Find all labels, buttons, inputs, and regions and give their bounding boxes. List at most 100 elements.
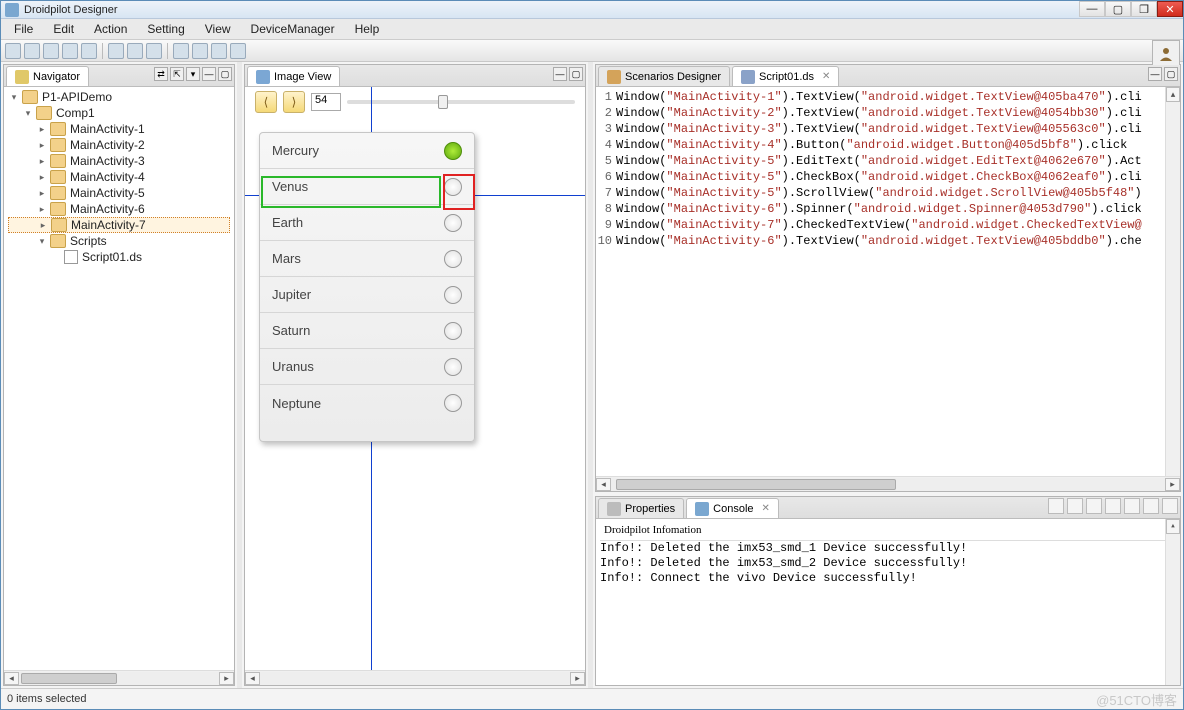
tree-script-file[interactable]: Script01.ds <box>8 249 230 265</box>
new-icon[interactable] <box>5 43 21 59</box>
code-line[interactable]: 7Window("MainActivity-5").ScrollView("an… <box>596 185 1180 201</box>
code-line[interactable]: 4Window("MainActivity-4").Button("androi… <box>596 137 1180 153</box>
scroll-up-icon[interactable]: ▴ <box>1166 519 1180 534</box>
scroll-right-icon[interactable]: ▸ <box>219 672 234 685</box>
code-editor[interactable]: 1Window("MainActivity-1").TextView("andr… <box>596 87 1180 251</box>
code-line[interactable]: 5Window("MainActivity-5").EditText("andr… <box>596 153 1180 169</box>
link-icon[interactable]: ⇄ <box>154 67 168 81</box>
restore-button[interactable]: ▢ <box>1105 1 1131 17</box>
planet-row[interactable]: Mars <box>260 241 474 277</box>
planet-row[interactable]: Mercury <box>260 133 474 169</box>
export-icon[interactable] <box>62 43 78 59</box>
tab-image-view[interactable]: Image View <box>247 66 340 86</box>
tab-script01[interactable]: Script01.ds ✕ <box>732 66 839 86</box>
frame-number-input[interactable]: 54 <box>311 93 341 111</box>
scroll-right-icon[interactable]: ▸ <box>1165 478 1180 491</box>
planet-row[interactable]: Jupiter <box>260 277 474 313</box>
console-vscroll[interactable]: ▴ <box>1165 519 1180 685</box>
sash-left[interactable] <box>237 62 242 688</box>
scroll-left-icon[interactable]: ◂ <box>4 672 19 685</box>
tab-scenarios-designer[interactable]: Scenarios Designer <box>598 66 730 86</box>
import-icon[interactable] <box>43 43 59 59</box>
menu-file[interactable]: File <box>6 20 41 38</box>
lock-scroll-icon[interactable] <box>1067 498 1083 514</box>
tree-activity[interactable]: ▸MainActivity-5 <box>8 185 230 201</box>
menu-dropdown-icon[interactable]: ▾ <box>186 67 200 81</box>
menu-view[interactable]: View <box>197 20 239 38</box>
radio-icon[interactable] <box>444 286 462 304</box>
perspective-button[interactable] <box>1152 40 1180 68</box>
tree-activity[interactable]: ▸MainActivity-4 <box>8 169 230 185</box>
tab-navigator[interactable]: Navigator <box>6 66 89 86</box>
radio-icon[interactable] <box>444 394 462 412</box>
minimize-pane-icon[interactable]: — <box>553 67 567 81</box>
record-icon[interactable] <box>211 43 227 59</box>
tab-console[interactable]: Console ✕ <box>686 498 779 518</box>
close-button[interactable]: ✕ <box>1157 1 1183 17</box>
radio-icon[interactable] <box>444 142 462 160</box>
clear-console-icon[interactable] <box>1048 498 1064 514</box>
navigator-hscroll[interactable]: ◂ ▸ <box>4 670 234 685</box>
pin-console-icon[interactable] <box>1086 498 1102 514</box>
inspect-icon[interactable] <box>230 43 246 59</box>
open-icon[interactable] <box>24 43 40 59</box>
editor-vscroll[interactable]: ▴ <box>1165 87 1180 476</box>
radio-icon[interactable] <box>444 322 462 340</box>
tab-properties[interactable]: Properties <box>598 498 684 518</box>
code-line[interactable]: 9Window("MainActivity-7").CheckedTextVie… <box>596 217 1180 233</box>
radio-icon[interactable] <box>444 358 462 376</box>
scroll-left-icon[interactable]: ◂ <box>596 478 611 491</box>
copy-icon[interactable] <box>108 43 124 59</box>
open-console-menu-icon[interactable] <box>1124 498 1140 514</box>
code-line[interactable]: 10Window("MainActivity-6").TextView("and… <box>596 233 1180 249</box>
minimize-button[interactable]: — <box>1079 1 1105 17</box>
menu-help[interactable]: Help <box>347 20 388 38</box>
code-line[interactable]: 2Window("MainActivity-2").TextView("andr… <box>596 105 1180 121</box>
paste-icon[interactable] <box>127 43 143 59</box>
stop-icon[interactable] <box>192 43 208 59</box>
tree-comp[interactable]: ▾Comp1 <box>8 105 230 121</box>
close-tab-icon[interactable]: ✕ <box>822 71 830 82</box>
tree-activity[interactable]: ▸MainActivity-6 <box>8 201 230 217</box>
maximize-pane-icon[interactable]: ▢ <box>1164 67 1178 81</box>
tree-root[interactable]: ▾P1-APIDemo <box>8 89 230 105</box>
maximize-pane-icon[interactable]: ▢ <box>569 67 583 81</box>
console-output[interactable]: Droidpilot Infomation Info!: Deleted the… <box>596 519 1180 685</box>
menu-edit[interactable]: Edit <box>45 20 82 38</box>
delete-icon[interactable] <box>146 43 162 59</box>
menu-setting[interactable]: Setting <box>139 20 192 38</box>
maximize-button[interactable]: ❐ <box>1131 1 1157 17</box>
tree-activity[interactable]: ▸MainActivity-7 <box>8 217 230 233</box>
scroll-up-icon[interactable]: ▴ <box>1166 87 1180 102</box>
code-line[interactable]: 8Window("MainActivity-6").Spinner("andro… <box>596 201 1180 217</box>
code-line[interactable]: 6Window("MainActivity-5").CheckBox("andr… <box>596 169 1180 185</box>
maximize-pane-icon[interactable] <box>1162 498 1178 514</box>
planet-row[interactable]: Uranus <box>260 349 474 385</box>
frame-slider[interactable] <box>347 100 575 104</box>
tree-activity[interactable]: ▸MainActivity-1 <box>8 121 230 137</box>
close-tab-icon[interactable]: ✕ <box>762 503 770 514</box>
imageview-hscroll[interactable]: ◂ ▸ <box>245 670 585 685</box>
radio-icon[interactable] <box>444 250 462 268</box>
code-line[interactable]: 1Window("MainActivity-1").TextView("andr… <box>596 89 1180 105</box>
save-icon[interactable] <box>81 43 97 59</box>
tree-activity[interactable]: ▸MainActivity-3 <box>8 153 230 169</box>
minimize-pane-icon[interactable] <box>1143 498 1159 514</box>
code-line[interactable]: 3Window("MainActivity-3").TextView("andr… <box>596 121 1180 137</box>
slider-thumb[interactable] <box>438 95 448 109</box>
menu-action[interactable]: Action <box>86 20 135 38</box>
scroll-right-icon[interactable]: ▸ <box>570 672 585 685</box>
next-frame-button[interactable]: ⟩ <box>283 91 305 113</box>
project-tree[interactable]: ▾P1-APIDemo▾Comp1▸MainActivity-1▸MainAct… <box>4 87 234 267</box>
run-icon[interactable] <box>173 43 189 59</box>
collapse-icon[interactable]: ⇱ <box>170 67 184 81</box>
tree-scripts-folder[interactable]: ▾Scripts <box>8 233 230 249</box>
minimize-pane-icon[interactable]: — <box>1148 67 1162 81</box>
prev-frame-button[interactable]: ⟨ <box>255 91 277 113</box>
planet-row[interactable]: Saturn <box>260 313 474 349</box>
display-selected-icon[interactable] <box>1105 498 1121 514</box>
tree-activity[interactable]: ▸MainActivity-2 <box>8 137 230 153</box>
minimize-pane-icon[interactable]: — <box>202 67 216 81</box>
planet-row[interactable]: Earth <box>260 205 474 241</box>
planet-row[interactable]: Neptune <box>260 385 474 421</box>
